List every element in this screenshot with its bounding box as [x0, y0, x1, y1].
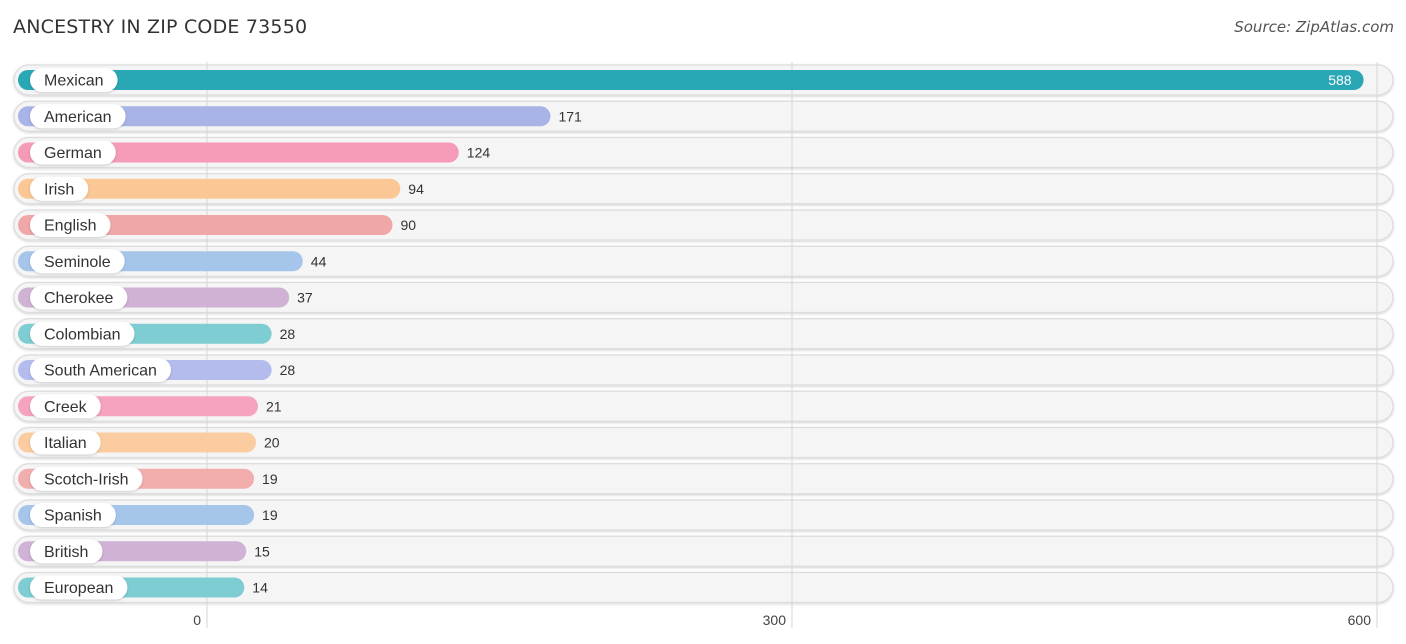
category-label: Seminole: [44, 254, 111, 271]
category-label: Mexican: [44, 73, 104, 90]
bar-row[interactable]: Scotch-Irish 19: [18, 466, 278, 491]
category-label: Colombian: [44, 326, 120, 343]
bar-row[interactable]: Colombian 28: [18, 321, 296, 346]
value-label: 15: [254, 543, 270, 559]
value-label: 94: [408, 181, 424, 197]
category-label: American: [44, 109, 112, 126]
x-tick-label: 300: [763, 612, 787, 628]
value-label: 14: [252, 580, 268, 596]
bar-row[interactable]: Cherokee 37: [18, 285, 313, 310]
bar-row[interactable]: Mexican 588: [18, 68, 1364, 92]
category-label: Scotch-Irish: [44, 471, 128, 488]
category-label: English: [44, 218, 96, 235]
bar-row[interactable]: Seminole 44: [18, 249, 327, 274]
category-label: Cherokee: [44, 290, 113, 307]
value-label: 90: [401, 217, 417, 233]
value-label: 21: [266, 398, 282, 414]
x-tick-label: 0: [193, 612, 201, 628]
value-label: 171: [558, 108, 582, 124]
category-label: Creek: [44, 399, 88, 416]
value-label: 19: [262, 507, 278, 523]
value-label: 37: [297, 290, 313, 306]
value-label: 588: [1328, 72, 1352, 88]
value-label: 28: [280, 326, 296, 342]
category-label: British: [44, 544, 88, 561]
bar-row[interactable]: Italian 20: [18, 430, 280, 455]
bar-row[interactable]: European 14: [18, 575, 268, 600]
bar-row[interactable]: Spanish 19: [18, 503, 278, 527]
value-label: 44: [311, 253, 327, 269]
bar-row[interactable]: Creek 21: [18, 394, 282, 419]
bar-row[interactable]: American 171: [18, 104, 582, 129]
bar-row[interactable]: English 90: [18, 213, 416, 237]
value-label: 124: [467, 145, 491, 161]
category-label: Spanish: [44, 508, 102, 525]
bar-row[interactable]: German 124: [18, 140, 491, 165]
category-label: South American: [44, 363, 157, 380]
bar-chart: Mexican 588 American 171 German 124 Irish 94 Eng…: [13, 62, 1394, 628]
bar-row[interactable]: British 15: [18, 539, 270, 564]
value-label: 19: [262, 471, 278, 487]
category-label: Irish: [44, 181, 74, 198]
bar[interactable]: [18, 70, 1364, 90]
value-label: 20: [264, 435, 280, 451]
value-label: 28: [280, 362, 296, 378]
bar-row[interactable]: South American 28: [18, 358, 295, 382]
x-tick-label: 600: [1348, 612, 1372, 628]
category-label: European: [44, 580, 113, 597]
category-label: Italian: [44, 435, 87, 452]
bar-row[interactable]: Irish 94: [18, 176, 424, 201]
category-label: German: [44, 145, 102, 162]
